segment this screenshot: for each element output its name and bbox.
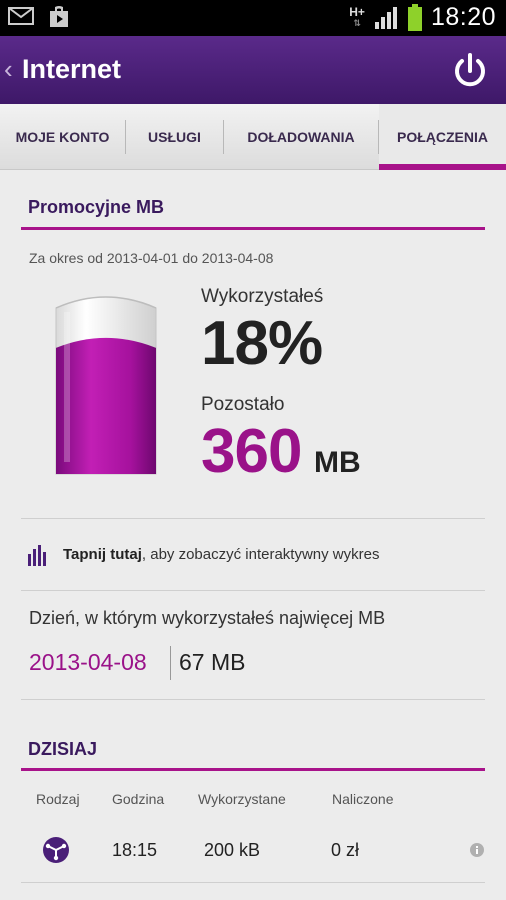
remaining-label: Pozostało bbox=[201, 394, 285, 415]
column-header-time: Godzina bbox=[112, 791, 165, 807]
chevron-left-icon[interactable]: ‹ bbox=[4, 54, 13, 85]
section-title-promo: Promocyjne MB bbox=[28, 197, 165, 217]
period-text: Za okres od 2013-04-01 do 2013-04-08 bbox=[29, 250, 274, 266]
mail-icon bbox=[8, 7, 34, 25]
column-header-charged: Naliczone bbox=[332, 791, 394, 807]
max-usage-day-label: Dzień, w którym wykorzystałeś najwięcej … bbox=[29, 608, 386, 628]
bar-chart-icon bbox=[28, 545, 46, 566]
column-header-type: Rodzaj bbox=[36, 791, 80, 807]
remaining-unit: MB bbox=[314, 446, 361, 479]
app-bar: ‹ Internet bbox=[0, 36, 506, 104]
row-time: 18:15 bbox=[112, 840, 158, 860]
remaining-value: 360 bbox=[201, 417, 302, 486]
divider bbox=[21, 699, 485, 700]
column-header-used: Wykorzystane bbox=[198, 791, 286, 807]
max-usage-date: 2013-04-08 bbox=[29, 649, 147, 675]
play-store-icon bbox=[50, 6, 68, 27]
tab-moje-konto[interactable]: MOJE KONTO bbox=[0, 104, 125, 170]
interactive-chart-link[interactable]: Tapnij tutaj, aby zobaczyć interaktywny … bbox=[21, 522, 485, 588]
tab-polaczenia[interactable]: POŁĄCZENIA bbox=[379, 104, 506, 170]
interactive-chart-text: Tapnij tutaj, aby zobaczyć interaktywny … bbox=[63, 546, 379, 563]
tab-uslugi[interactable]: USŁUGI bbox=[126, 104, 223, 170]
network-type-indicator: H+ ⇅ bbox=[349, 4, 365, 28]
tap-here-label: Tapnij tutaj bbox=[63, 546, 142, 563]
section-title-today: DZISIAJ bbox=[28, 739, 98, 759]
section-underline bbox=[21, 768, 485, 771]
signal-icon bbox=[374, 6, 397, 29]
power-icon[interactable] bbox=[450, 51, 490, 91]
tab-doladowania[interactable]: DOŁADOWANIA bbox=[224, 104, 378, 170]
clock: 18:20 bbox=[430, 3, 496, 31]
divider bbox=[21, 882, 485, 883]
usage-glass-gauge bbox=[55, 296, 157, 475]
divider bbox=[21, 590, 485, 591]
status-bar: H+ ⇅ 18:20 bbox=[0, 0, 506, 36]
section-underline bbox=[21, 227, 485, 230]
page-title[interactable]: Internet bbox=[22, 54, 121, 85]
tab-bar: MOJE KONTO USŁUGI DOŁADOWANIA POŁĄCZENIA bbox=[0, 104, 506, 170]
battery-icon bbox=[407, 3, 422, 31]
max-usage-mb: 67 MB bbox=[179, 649, 246, 675]
value-divider bbox=[170, 646, 171, 680]
data-transfer-icon bbox=[43, 837, 69, 863]
divider bbox=[21, 518, 485, 519]
data-arrows-icon: ⇅ bbox=[353, 17, 361, 28]
tap-hint-text: , aby zobaczyć interaktywny wykres bbox=[141, 546, 380, 563]
row-charged: 0 zł bbox=[331, 840, 360, 860]
info-icon[interactable] bbox=[470, 843, 484, 857]
used-percentage: 18% bbox=[201, 309, 323, 378]
row-used: 200 kB bbox=[204, 840, 261, 860]
used-label: Wykorzystałeś bbox=[201, 286, 324, 307]
